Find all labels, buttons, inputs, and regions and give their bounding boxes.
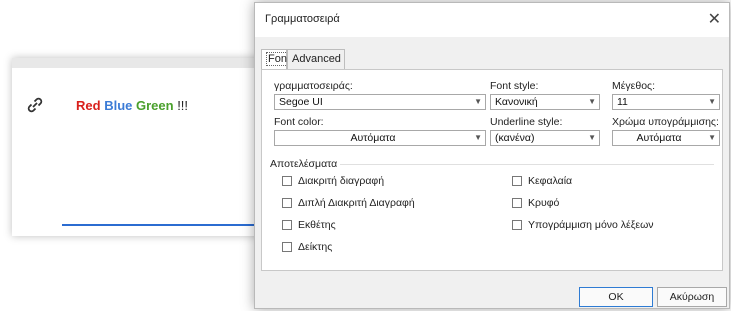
underline-color-value: Αυτόματα <box>636 132 682 144</box>
font-color-value: Αυτόματα <box>350 132 396 144</box>
underline-color-picker[interactable]: Αυτόματα ▼ <box>612 130 720 146</box>
tab-font[interactable]: Font <box>261 49 293 70</box>
font-label: γραμματοσειράς: <box>274 80 353 92</box>
all-caps-checkbox[interactable]: Κεφαλαία <box>512 175 572 187</box>
font-dialog: Γραμματοσειρά ✕ Font Advanced γραμματοσε… <box>254 2 730 309</box>
editor-card: Red Blue Green !!! <box>12 58 282 236</box>
strikethrough-label: Διακριτή διαγραφή <box>298 175 385 187</box>
text-blue: Blue <box>104 98 133 113</box>
text-red: Red <box>76 98 101 113</box>
effects-divider <box>340 164 714 165</box>
editor-focus-underline <box>62 224 282 226</box>
underline-style-value: (κανένα) <box>495 132 535 144</box>
chevron-down-icon: ▼ <box>474 133 482 142</box>
checkbox-box <box>282 220 292 230</box>
subscript-checkbox[interactable]: Δείκτης <box>282 241 332 253</box>
dialog-title: Γραμματοσειρά <box>265 13 340 25</box>
underline-words-only-checkbox[interactable]: Υπογράμμιση μόνο λέξεων <box>512 219 654 231</box>
superscript-label: Εκθέτης <box>298 219 336 231</box>
link-icon[interactable] <box>26 96 44 114</box>
underline-style-label: Underline style: <box>490 116 563 128</box>
tab-advanced-label: Advanced <box>292 53 341 65</box>
font-color-picker[interactable]: Αυτόματα ▼ <box>274 130 486 146</box>
size-combobox[interactable]: 11 ▼ <box>612 94 720 110</box>
font-tab-panel: γραμματοσειράς: Segoe UI ▼ Font style: Κ… <box>261 69 723 271</box>
hidden-label: Κρυφό <box>528 197 560 209</box>
chevron-down-icon: ▼ <box>708 133 716 142</box>
superscript-checkbox[interactable]: Εκθέτης <box>282 219 336 231</box>
all-caps-label: Κεφαλαία <box>528 175 573 187</box>
checkbox-box <box>512 176 522 186</box>
tab-advanced[interactable]: Advanced <box>287 49 345 69</box>
font-value: Segoe UI <box>279 96 323 108</box>
checkbox-box <box>512 198 522 208</box>
checkbox-box <box>512 220 522 230</box>
editor-toolbar-strip <box>12 58 282 68</box>
chevron-down-icon: ▼ <box>588 133 596 142</box>
checkbox-box <box>282 242 292 252</box>
close-icon[interactable]: ✕ <box>708 9 721 29</box>
hidden-checkbox[interactable]: Κρυφό <box>512 197 559 209</box>
chevron-down-icon: ▼ <box>708 97 716 106</box>
underline-words-only-label: Υπογράμμιση μόνο λέξεων <box>528 219 654 231</box>
double-strikethrough-checkbox[interactable]: Διπλή Διακριτή Διαγραφή <box>282 197 415 209</box>
font-combobox[interactable]: Segoe UI ▼ <box>274 94 486 110</box>
checkbox-box <box>282 176 292 186</box>
dialog-titlebar: Γραμματοσειρά ✕ <box>255 3 729 37</box>
chevron-down-icon: ▼ <box>474 97 482 106</box>
size-label: Μέγεθος: <box>612 80 656 92</box>
text-marks: !!! <box>177 98 189 113</box>
underline-color-label: Χρώμα υπογράμμισης: <box>612 116 719 128</box>
font-style-value: Κανονική <box>495 96 538 108</box>
strikethrough-checkbox[interactable]: Διακριτή διαγραφή <box>282 175 384 187</box>
font-style-combobox[interactable]: Κανονική ▼ <box>490 94 600 110</box>
rich-text-content[interactable]: Red Blue Green !!! <box>76 98 188 113</box>
size-value: 11 <box>617 96 628 108</box>
effects-title: Αποτελέσματα <box>270 158 338 170</box>
cancel-button[interactable]: Ακύρωση <box>657 287 727 307</box>
underline-style-combobox[interactable]: (κανένα) ▼ <box>490 130 600 146</box>
font-style-label: Font style: <box>490 80 539 92</box>
ok-button[interactable]: OK <box>579 287 653 307</box>
font-color-label: Font color: <box>274 116 324 128</box>
chevron-down-icon: ▼ <box>588 97 596 106</box>
subscript-label: Δείκτης <box>298 241 333 253</box>
double-strikethrough-label: Διπλή Διακριτή Διαγραφή <box>298 197 415 209</box>
text-green: Green <box>135 98 174 113</box>
checkbox-box <box>282 198 292 208</box>
